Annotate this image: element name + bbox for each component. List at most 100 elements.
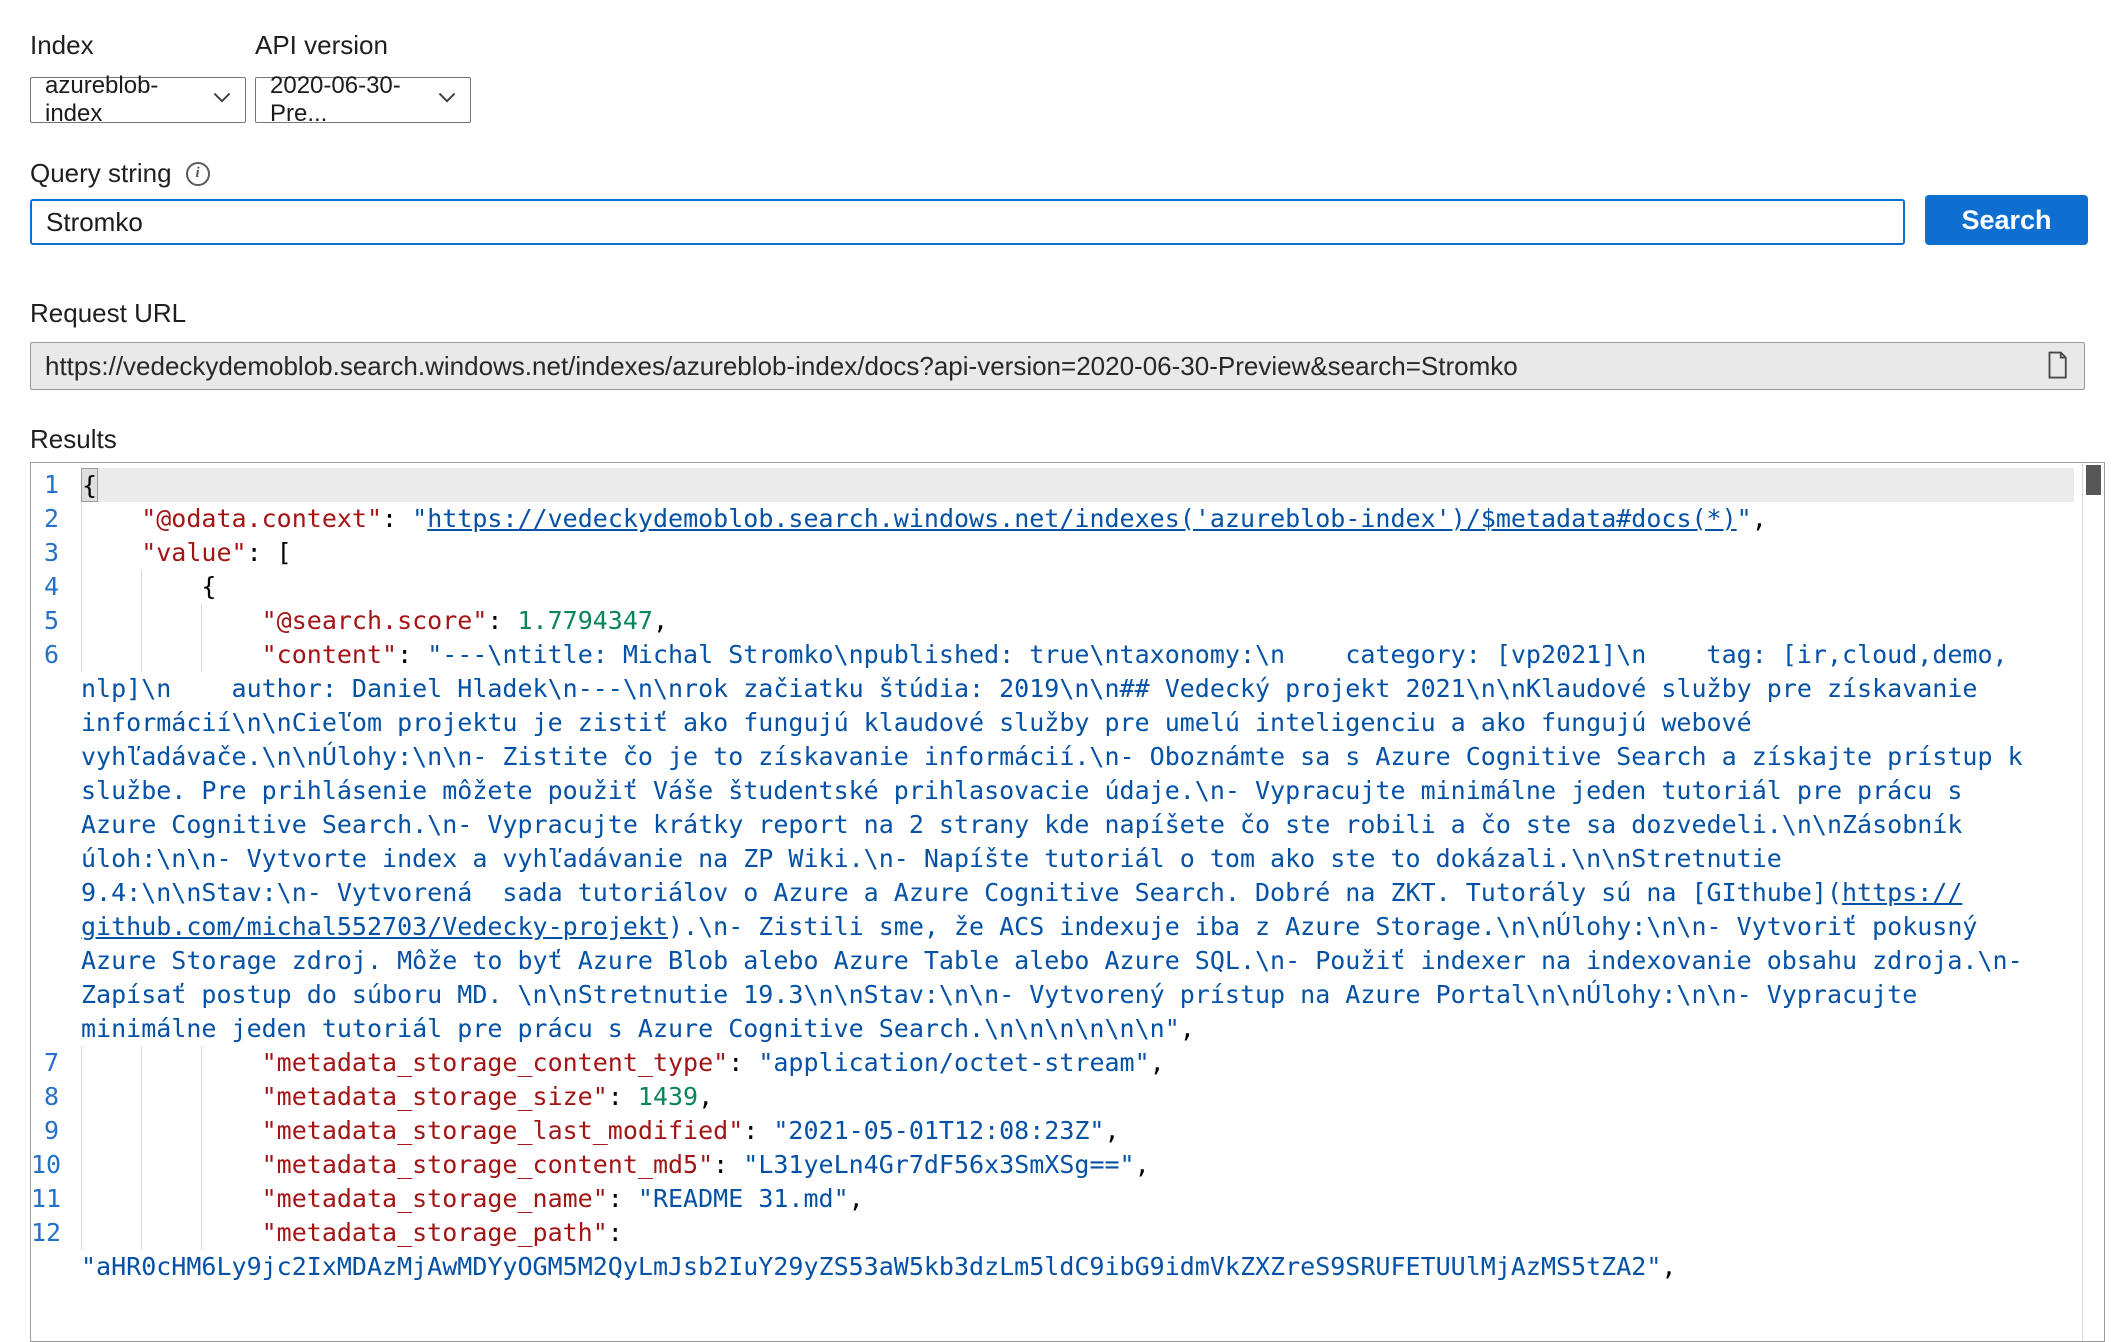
code-line: vyhľadávače.\n\nÚlohy:\n\n- Zistite čo j… (81, 740, 2074, 774)
indent-guide (141, 1080, 201, 1114)
json-token-p: : (608, 1182, 638, 1216)
indent-guide (141, 1182, 201, 1216)
line-number: 3 (31, 536, 81, 570)
json-link[interactable]: github.com/michal552703/Vedecky-projekt (81, 910, 668, 944)
code-line: "metadata_storage_last_modified": "2021-… (81, 1114, 2074, 1148)
json-token-p: : (608, 1216, 623, 1250)
results-editor-rows: 1{2"@odata.context": "https://vedeckydem… (31, 468, 2104, 1284)
request-url-field: https://vedeckydemoblob.search.windows.n… (30, 342, 2085, 390)
editor-row: minimálne jeden tutoriál pre prácu s Azu… (31, 1012, 2104, 1046)
json-token-key: "metadata_storage_name" (262, 1182, 608, 1216)
json-token-num: 1.7794347 (518, 604, 653, 638)
indent-guide (81, 1080, 141, 1114)
line-number (31, 808, 81, 842)
line-number: 7 (31, 1046, 81, 1080)
json-token-p: , (849, 1182, 864, 1216)
editor-scrollbar[interactable] (2082, 463, 2104, 1341)
code-line: "metadata_storage_content_md5": "L31yeLn… (81, 1148, 2074, 1182)
indent-guide (81, 1148, 141, 1182)
indent-guide (81, 570, 141, 604)
editor-row: nlp]\n author: Daniel Hladek\n---\n\nrok… (31, 672, 2104, 706)
json-token-p: : (487, 604, 517, 638)
index-label: Index (30, 30, 94, 61)
line-number: 4 (31, 570, 81, 604)
json-token-str: 9.4:\n\nStav:\n- Vytvorená sada tutoriál… (81, 876, 1842, 910)
indent-guide (81, 1046, 141, 1080)
json-token-str: "---\ntitle: Michal Stromko\npublished: … (427, 638, 2007, 672)
json-token-p: : (608, 1080, 638, 1114)
editor-row: 8"metadata_storage_size": 1439, (31, 1080, 2104, 1114)
json-token-str: "L31yeLn4Gr7dF56x3SmXSg==" (743, 1148, 1134, 1182)
line-number: 1 (31, 468, 81, 502)
json-token-str: Azure Storage zdroj. Môže to byť Azure B… (81, 944, 2023, 978)
query-string-label: Query string (30, 158, 172, 189)
json-token-bracket: { (81, 468, 98, 502)
json-token-key: "metadata_storage_path" (262, 1216, 608, 1250)
code-line: Zapísať postup do súboru MD. \n\nStretnu… (81, 978, 2074, 1012)
json-token-key: "@search.score" (262, 604, 488, 638)
json-token-p: { (201, 570, 216, 604)
json-token-p: , (1105, 1114, 1120, 1148)
json-token-str: nlp]\n author: Daniel Hladek\n---\n\nrok… (81, 672, 1977, 706)
line-number (31, 910, 81, 944)
code-line: "value": [ (81, 536, 2074, 570)
indent-guide (81, 536, 141, 570)
line-number (31, 774, 81, 808)
editor-row: 10"metadata_storage_content_md5": "L31ye… (31, 1148, 2104, 1182)
indent-guide (81, 604, 141, 638)
json-token-str: "aHR0cHM6Ly9jc2IxMDAzMjAwMDYyOGM5M2QyLmJ… (81, 1250, 1661, 1284)
code-line: minimálne jeden tutoriál pre prácu s Azu… (81, 1012, 2074, 1046)
line-number: 10 (31, 1148, 81, 1182)
editor-scrollbar-thumb[interactable] (2086, 465, 2101, 495)
code-line: "aHR0cHM6Ly9jc2IxMDAzMjAwMDYyOGM5M2QyLmJ… (81, 1250, 2074, 1284)
info-icon[interactable]: i (186, 162, 210, 186)
line-number: 11 (31, 1182, 81, 1216)
editor-row: Azure Storage zdroj. Môže to byť Azure B… (31, 944, 2104, 978)
line-number: 5 (31, 604, 81, 638)
code-line: "content": "---\ntitle: Michal Stromko\n… (81, 638, 2074, 672)
json-token-key: "value" (141, 536, 246, 570)
json-token-key: "metadata_storage_content_md5" (262, 1148, 714, 1182)
api-version-select[interactable]: 2020-06-30-Pre... (255, 77, 471, 123)
code-line: službe. Pre prihlásenie môžete použiť Vá… (81, 774, 2074, 808)
indent-guide (141, 1216, 201, 1250)
code-line: { (81, 570, 2074, 604)
results-editor[interactable]: 1{2"@odata.context": "https://vedeckydem… (30, 462, 2105, 1342)
json-link[interactable]: https://vedeckydemoblob.search.windows.n… (427, 502, 1736, 536)
json-token-p: : (743, 1114, 773, 1148)
line-number (31, 944, 81, 978)
indent-guide (81, 638, 141, 672)
line-number: 2 (31, 502, 81, 536)
search-button[interactable]: Search (1925, 195, 2088, 245)
copy-button[interactable] (2044, 350, 2070, 383)
indent-guide (201, 638, 261, 672)
indent-guide (201, 1182, 261, 1216)
json-token-key: "@odata.context" (141, 502, 382, 536)
indent-guide (141, 604, 201, 638)
index-select[interactable]: azureblob-index (30, 77, 246, 123)
editor-row: 12"metadata_storage_path": (31, 1216, 2104, 1250)
copy-icon (2044, 368, 2070, 383)
editor-row: vyhľadávače.\n\nÚlohy:\n\n- Zistite čo j… (31, 740, 2104, 774)
json-token-p: : (728, 1046, 758, 1080)
json-token-str: Zapísať postup do súboru MD. \n\nStretnu… (81, 978, 1917, 1012)
editor-row: 2"@odata.context": "https://vedeckydemob… (31, 502, 2104, 536)
json-link[interactable]: https:// (1842, 876, 1962, 910)
json-token-key: "metadata_storage_content_type" (262, 1046, 729, 1080)
indent-guide (201, 1148, 261, 1182)
indent-guide (141, 1046, 201, 1080)
json-token-p: , (1150, 1046, 1165, 1080)
json-token-num: 1439 (638, 1080, 698, 1114)
results-label: Results (30, 424, 117, 455)
line-number (31, 740, 81, 774)
indent-guide (141, 1148, 201, 1182)
chevron-down-icon (211, 86, 233, 115)
api-version-label: API version (255, 30, 388, 61)
json-token-str: " (1737, 502, 1752, 536)
json-token-str: "2021-05-01T12:08:23Z" (773, 1114, 1104, 1148)
api-version-select-value: 2020-06-30-Pre... (270, 72, 436, 128)
query-input[interactable] (30, 199, 1905, 245)
json-token-str: úloh:\n\n- Vytvorte index a vyhľadávanie… (81, 842, 1782, 876)
json-token-p: : [ (247, 536, 292, 570)
indent-guide (81, 1182, 141, 1216)
